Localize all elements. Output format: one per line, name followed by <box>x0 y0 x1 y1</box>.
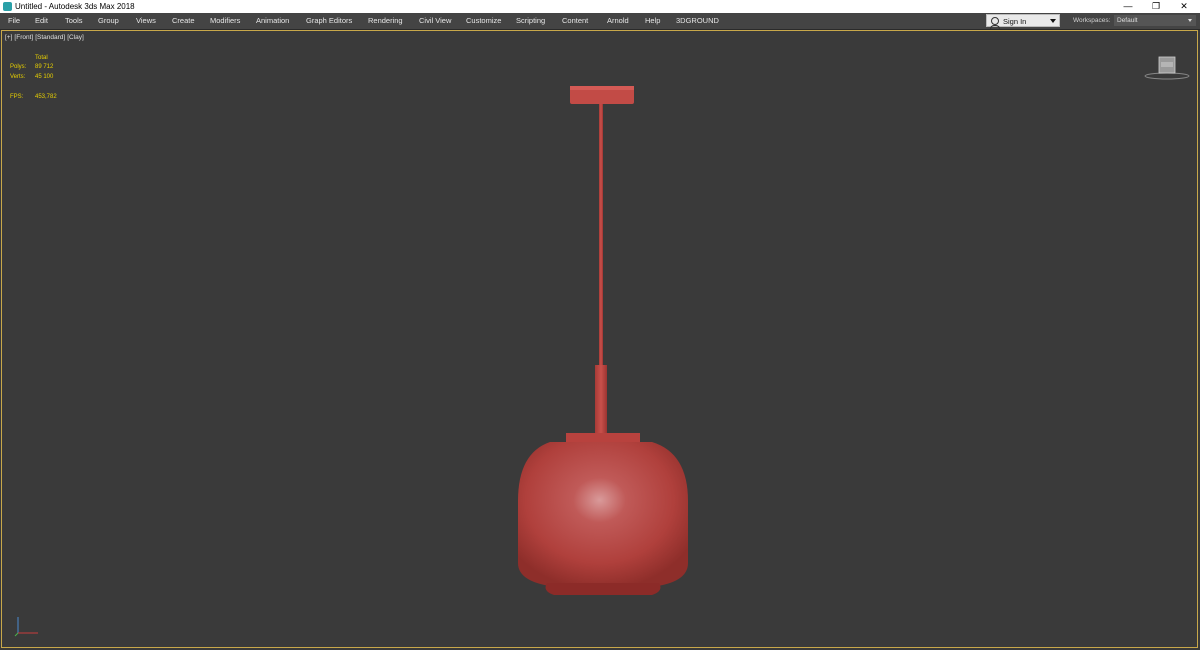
workspaces-value: Default <box>1117 17 1138 24</box>
lamp-shade <box>518 442 688 587</box>
app-icon <box>3 2 12 11</box>
menu-file[interactable]: File <box>8 13 20 29</box>
restore-button[interactable]: ❐ <box>1142 0 1170 13</box>
menu-graph-editors[interactable]: Graph Editors <box>306 13 352 29</box>
lamp-stem <box>595 365 607 435</box>
pendant-lamp-model[interactable] <box>2 31 1197 647</box>
sign-in-label: Sign In <box>1003 17 1027 26</box>
menu-views[interactable]: Views <box>136 13 156 29</box>
menu-customize[interactable]: Customize <box>466 13 501 29</box>
menu-edit[interactable]: Edit <box>35 13 48 29</box>
chevron-down-icon <box>1050 19 1056 23</box>
lamp-collar <box>566 433 640 442</box>
menu-animation[interactable]: Animation <box>256 13 289 29</box>
menu-arnold[interactable]: Arnold <box>607 13 629 29</box>
window-title: Untitled - Autodesk 3ds Max 2018 <box>15 2 135 11</box>
user-icon <box>990 17 1000 29</box>
minimize-button[interactable]: — <box>1114 0 1142 13</box>
workspaces-label: Workspaces: <box>1073 17 1111 24</box>
menu-tools[interactable]: Tools <box>65 13 83 29</box>
workspaces-select[interactable]: Default <box>1114 15 1196 26</box>
menu-create[interactable]: Create <box>172 13 195 29</box>
close-button[interactable]: ✕ <box>1170 0 1198 13</box>
menu-help[interactable]: Help <box>645 13 660 29</box>
menu-rendering[interactable]: Rendering <box>368 13 403 29</box>
sign-in-dropdown[interactable]: Sign In <box>986 14 1060 29</box>
canopy-top-edge <box>570 86 634 90</box>
lamp-cord <box>599 104 603 366</box>
shade-bottom-rim <box>545 583 661 595</box>
menu-modifiers[interactable]: Modifiers <box>210 13 240 29</box>
menu-group[interactable]: Group <box>98 13 119 29</box>
title-bar: Untitled - Autodesk 3ds Max 2018 — ❐ ✕ <box>0 0 1200 13</box>
front-viewport[interactable]: [+] [Front] [Standard] [Clay] Total Polys: … <box>1 30 1198 648</box>
menu-3dground[interactable]: 3DGROUND <box>676 13 719 29</box>
menu-civil-view[interactable]: Civil View <box>419 13 451 29</box>
chevron-down-icon <box>1188 19 1192 22</box>
menu-scripting[interactable]: Scripting <box>516 13 545 29</box>
menu-content[interactable]: Content <box>562 13 588 29</box>
